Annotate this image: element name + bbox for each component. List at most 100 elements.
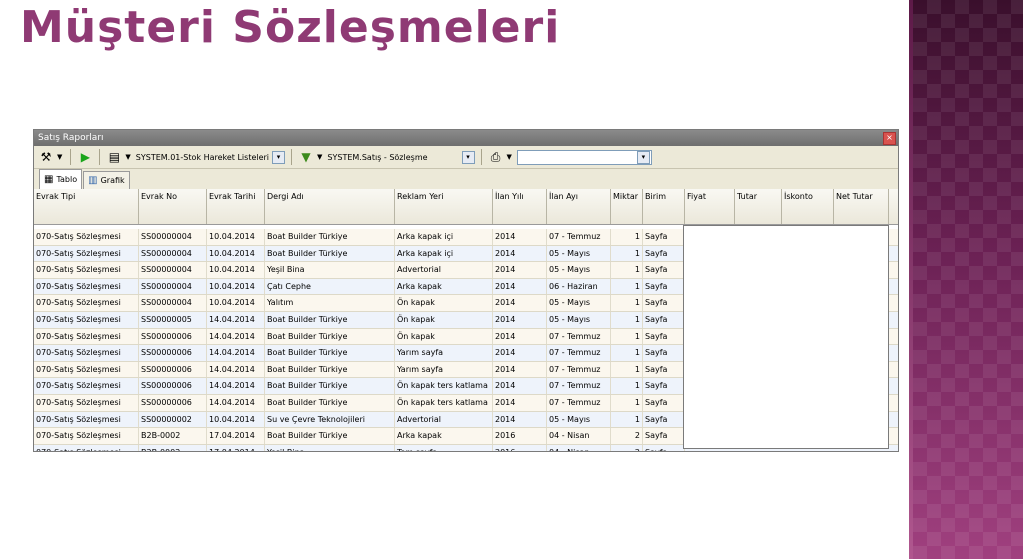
cell-dergi-adi: Yeşil Bina (265, 444, 395, 451)
cell-ilan-ayi: 07 - Temmuz (547, 378, 611, 394)
filter-dropdown-arrow[interactable]: ▼ (317, 153, 322, 161)
cell-evrak-tipi: 070-Satış Sözleşmesi (34, 378, 139, 394)
col-header-miktar[interactable]: Miktar (611, 189, 643, 224)
cell-evrak-tarihi: 10.04.2014 (207, 229, 265, 245)
cell-evrak-tarihi: 10.04.2014 (207, 262, 265, 278)
cell-ilan-yili: 2014 (493, 262, 547, 278)
cell-evrak-no: SS00000006 (139, 394, 207, 411)
cell-evrak-tipi: 070-Satış Sözleşmesi (34, 278, 139, 295)
print-dropdown-arrow[interactable]: ▼ (507, 153, 512, 161)
view-tabs: ▦ Tablo ▥ Grafik (34, 169, 898, 190)
cell-dergi-adi: Boat Builder Türkiye (265, 245, 395, 262)
cell-birim: Sayfa (643, 428, 685, 444)
cell-ilan-ayi: 07 - Temmuz (547, 361, 611, 378)
filter-icon[interactable]: ▼ (298, 149, 314, 165)
col-header-tutar[interactable]: Tutar (735, 189, 782, 224)
col-header-evrak-no[interactable]: Evrak No (139, 189, 207, 224)
col-header-fiyat[interactable]: Fiyat (685, 189, 735, 224)
cell-ilan-yili: 2014 (493, 378, 547, 394)
cell-evrak-tarihi: 17.04.2014 (207, 444, 265, 451)
cell-miktar: 1 (611, 394, 643, 411)
tab-chart[interactable]: ▥ Grafik (83, 171, 130, 189)
col-header-evrak-tarihi[interactable]: Evrak Tarihi (207, 189, 265, 224)
cell-reklam-yeri: Arka kapak içi (395, 229, 493, 245)
col-header-net-tutar[interactable]: Net Tutar (834, 189, 889, 224)
cell-ilan-yili: 2014 (493, 278, 547, 295)
cell-birim: Sayfa (643, 378, 685, 394)
tab-table-label: Tablo (56, 175, 78, 184)
cell-dergi-adi: Su ve Çevre Teknolojileri (265, 411, 395, 428)
col-header-evrak-tipi[interactable]: Evrak Tipi (34, 189, 139, 224)
cell-ilan-yili: 2014 (493, 361, 547, 378)
cell-dergi-adi: Çatı Cephe (265, 278, 395, 295)
data-grid: Evrak Tipi Evrak No Evrak Tarihi Dergi A… (34, 189, 898, 451)
report-icon[interactable]: ▤ (106, 149, 122, 165)
toolbar-separator (99, 149, 101, 165)
col-header-dergi-adi[interactable]: Dergi Adı (265, 189, 395, 224)
cell-birim: Sayfa (643, 295, 685, 311)
tools-dropdown-arrow[interactable]: ▼ (57, 153, 62, 161)
report-window: Satış Raporları × ⚒ ▼ ▶ ▤ ▼ SYSTEM.01-St… (33, 129, 899, 452)
tab-table[interactable]: ▦ Tablo (39, 169, 83, 189)
col-header-ilan-yili[interactable]: İlan Yılı (493, 189, 547, 224)
cell-miktar: 2 (611, 444, 643, 451)
cell-reklam-yeri: Ön kapak (395, 328, 493, 345)
table-header: Evrak Tipi Evrak No Evrak Tarihi Dergi A… (34, 189, 898, 225)
cell-evrak-tarihi: 10.04.2014 (207, 278, 265, 295)
cell-evrak-tipi: 070-Satış Sözleşmesi (34, 444, 139, 451)
col-header-ilan-ayi[interactable]: İlan Ayı (547, 189, 611, 224)
cell-ilan-yili: 2016 (493, 428, 547, 444)
cell-evrak-no: SS00000004 (139, 245, 207, 262)
cell-evrak-tarihi: 17.04.2014 (207, 428, 265, 444)
run-icon[interactable]: ▶ (77, 149, 93, 165)
cell-evrak-tipi: 070-Satış Sözleşmesi (34, 311, 139, 328)
chart-icon: ▥ (88, 175, 98, 186)
col-header-birim[interactable]: Birim (643, 189, 685, 224)
close-button[interactable]: × (883, 132, 896, 145)
cell-evrak-no: SS00000006 (139, 345, 207, 361)
cell-reklam-yeri: Ön kapak ters katlama (395, 394, 493, 411)
cell-evrak-tipi: 070-Satış Sözleşmesi (34, 394, 139, 411)
cell-evrak-no: B2B-0002 (139, 444, 207, 451)
cell-ilan-yili: 2014 (493, 345, 547, 361)
cell-ilan-ayi: 05 - Mayıs (547, 411, 611, 428)
cell-miktar: 1 (611, 245, 643, 262)
cell-reklam-yeri: Ön kapak (395, 311, 493, 328)
toolbar-separator (70, 149, 72, 165)
cell-birim: Sayfa (643, 345, 685, 361)
cell-evrak-tarihi: 14.04.2014 (207, 328, 265, 345)
print-icon[interactable]: ⎙ (488, 149, 504, 165)
cell-evrak-tarihi: 14.04.2014 (207, 394, 265, 411)
toolbar-separator (291, 149, 293, 165)
cell-dergi-adi: Boat Builder Türkiye (265, 328, 395, 345)
cell-ilan-yili: 2014 (493, 394, 547, 411)
chevron-down-icon[interactable]: ▾ (636, 150, 650, 164)
cell-reklam-yeri: Tam sayfa (395, 444, 493, 451)
cell-miktar: 1 (611, 345, 643, 361)
cell-ilan-ayi: 07 - Temmuz (547, 328, 611, 345)
cell-evrak-tipi: 070-Satış Sözleşmesi (34, 428, 139, 444)
report-list-combo[interactable]: SYSTEM.01-Stok Hareket Listeleri ▾ (136, 150, 286, 164)
cell-birim: Sayfa (643, 262, 685, 278)
cell-ilan-ayi: 05 - Mayıs (547, 245, 611, 262)
cell-miktar: 1 (611, 262, 643, 278)
tools-icon[interactable]: ⚒ (38, 149, 54, 165)
empty-price-area (683, 225, 889, 449)
cell-miktar: 1 (611, 295, 643, 311)
cell-reklam-yeri: Advertorial (395, 262, 493, 278)
col-header-iskonto[interactable]: İskonto (782, 189, 834, 224)
cell-evrak-tipi: 070-Satış Sözleşmesi (34, 229, 139, 245)
cell-ilan-ayi: 05 - Mayıs (547, 295, 611, 311)
chevron-down-icon[interactable]: ▾ (272, 150, 286, 164)
cell-miktar: 1 (611, 278, 643, 295)
cell-dergi-adi: Boat Builder Türkiye (265, 229, 395, 245)
empty-combo[interactable]: ▾ (516, 149, 652, 165)
filter-combo[interactable]: SYSTEM.Satış - Sözleşme ▾ (327, 150, 475, 164)
col-header-reklam-yeri[interactable]: Reklam Yeri (395, 189, 493, 224)
cell-birim: Sayfa (643, 229, 685, 245)
cell-evrak-tipi: 070-Satış Sözleşmesi (34, 295, 139, 311)
chevron-down-icon[interactable]: ▾ (461, 150, 475, 164)
cell-ilan-yili: 2014 (493, 411, 547, 428)
cell-birim: Sayfa (643, 361, 685, 378)
report-dropdown-arrow[interactable]: ▼ (125, 153, 130, 161)
